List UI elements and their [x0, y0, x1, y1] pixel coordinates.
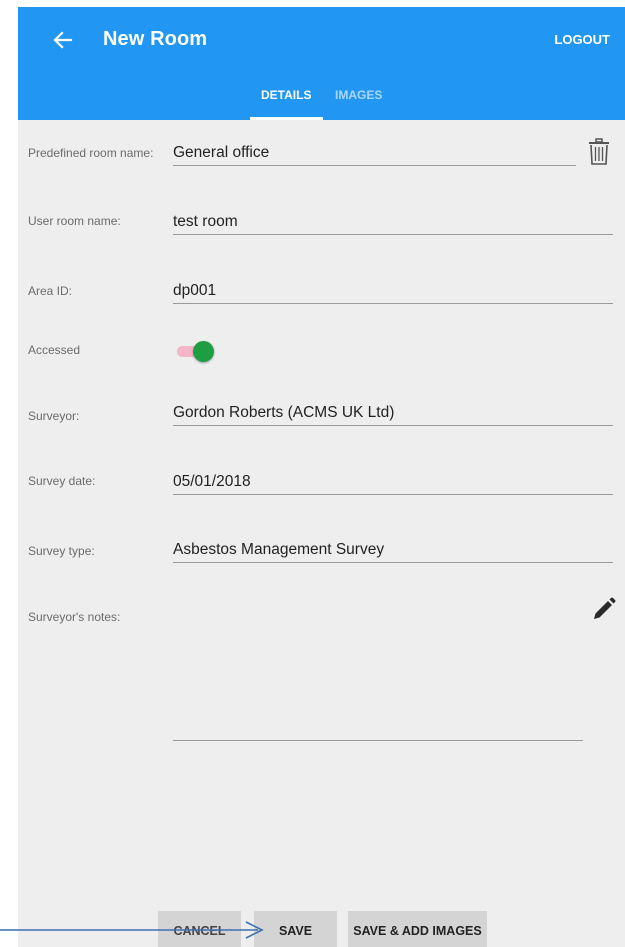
predefined-room-name-field[interactable]: General office — [173, 144, 576, 166]
app-bar: New Room LOGOUT DETAILS IMAGES — [18, 7, 625, 120]
surveyor-field[interactable]: Gordon Roberts (ACMS UK Ltd) — [173, 404, 613, 426]
page-title: New Room — [103, 28, 208, 50]
tab-images[interactable]: IMAGES — [335, 88, 382, 102]
edit-notes-button[interactable] — [591, 596, 617, 622]
survey-date-field[interactable]: 05/01/2018 — [173, 473, 613, 495]
back-button[interactable] — [48, 25, 78, 55]
delete-room-name-button[interactable] — [588, 138, 610, 166]
arrow-left-icon — [53, 31, 73, 49]
survey-date-label: Survey date: — [28, 474, 96, 488]
surveyors-notes-field[interactable] — [173, 740, 583, 741]
save-and-add-images-button[interactable]: SAVE & ADD IMAGES — [348, 911, 487, 947]
survey-type-field[interactable]: Asbestos Management Survey — [173, 541, 613, 563]
app-window: New Room LOGOUT DETAILS IMAGES Predefine… — [18, 7, 625, 947]
survey-type-value: Asbestos Management Survey — [173, 541, 385, 558]
area-id-label: Area ID: — [28, 284, 73, 298]
toggle-thumb — [193, 341, 214, 362]
area-id-value: dp001 — [173, 282, 217, 299]
trash-icon — [589, 138, 609, 165]
annotation-arrow-icon — [0, 921, 264, 939]
surveyor-label: Surveyor: — [28, 409, 80, 423]
pencil-icon — [594, 597, 616, 619]
predefined-room-name-value: General office — [173, 144, 270, 161]
tab-indicator — [250, 117, 323, 120]
user-room-name-field[interactable]: test room — [173, 213, 613, 235]
user-room-name-value: test room — [173, 213, 238, 230]
logout-button[interactable]: LOGOUT — [554, 32, 610, 47]
area-id-field[interactable]: dp001 — [173, 282, 613, 304]
accessed-toggle[interactable] — [175, 340, 217, 362]
accessed-label: Accessed — [28, 343, 81, 357]
survey-date-value: 05/01/2018 — [173, 473, 251, 490]
surveyors-notes-label: Surveyor's notes: — [28, 610, 121, 624]
user-room-name-label: User room name: — [28, 214, 121, 228]
surveyor-value: Gordon Roberts (ACMS UK Ltd) — [173, 404, 395, 421]
predefined-room-name-label: Predefined room name: — [28, 146, 154, 160]
survey-type-label: Survey type: — [28, 544, 95, 558]
tab-details[interactable]: DETAILS — [261, 88, 311, 102]
